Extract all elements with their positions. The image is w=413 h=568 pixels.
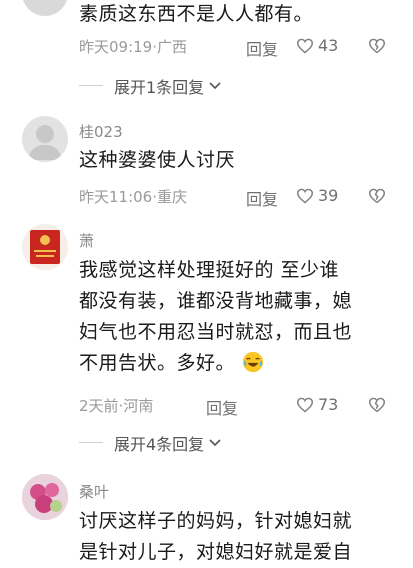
like-button[interactable]: 39: [296, 186, 338, 205]
like-button[interactable]: 73: [296, 395, 338, 414]
comment-location: 河南: [123, 397, 154, 415]
comment-meta: 昨天11:06 · 重庆: [79, 187, 188, 207]
expand-replies-button[interactable]: 展开1条回复: [114, 74, 222, 98]
comment-text: 讨厌这样子的妈妈，针对媳妇就 是针对儿子，对媳妇好就是爱自: [79, 510, 353, 563]
comment-time: 昨天09:19: [79, 38, 153, 56]
username[interactable]: 桂023: [79, 121, 123, 142]
like-count: 43: [318, 36, 339, 55]
comment-time: 2天前: [79, 397, 119, 415]
broken-heart-icon: [368, 188, 386, 204]
dislike-button[interactable]: [368, 397, 386, 417]
chevron-down-icon: [209, 82, 221, 90]
like-count: 39: [318, 186, 339, 205]
avatar[interactable]: [22, 224, 68, 270]
heart-icon: [296, 188, 314, 204]
like-button[interactable]: 43: [296, 36, 338, 55]
default-avatar-icon: [28, 125, 62, 160]
comment-time: 昨天11:06: [79, 188, 153, 206]
chevron-down-icon: [209, 439, 221, 447]
comment-meta: 昨天09:19 · 广西: [79, 37, 188, 57]
avatar[interactable]: [22, 474, 68, 520]
reply-button[interactable]: 回复: [246, 36, 278, 60]
username[interactable]: 桑叶: [79, 481, 109, 502]
reply-button[interactable]: 回复: [206, 395, 238, 419]
dislike-button[interactable]: [368, 38, 386, 58]
reply-button[interactable]: 回复: [246, 186, 278, 210]
username[interactable]: 萧: [79, 230, 94, 251]
avatar[interactable]: [22, 0, 68, 16]
expand-divider: [79, 85, 103, 86]
heart-icon: [296, 397, 314, 413]
comment-location: 重庆: [157, 188, 188, 206]
red-envelope-avatar-icon: [22, 224, 68, 270]
heart-icon: [296, 38, 314, 54]
flower-avatar-icon: [22, 474, 68, 520]
expand-divider: [79, 442, 103, 443]
expand-replies-button[interactable]: 展开4条回复: [114, 431, 222, 455]
laugh-cry-emoji-icon: [242, 351, 263, 373]
comment-text: 这种婆婆使人讨厌: [79, 149, 236, 171]
comment-meta: 2天前 · 河南: [79, 396, 154, 416]
broken-heart-icon: [368, 397, 386, 413]
comment-text: 素质这东西不是人人都有。: [79, 3, 314, 25]
broken-heart-icon: [368, 38, 386, 54]
comment-text: 我感觉这样处理挺好的 至少谁 都没有装，谁都没背地藏事，媳 妇气也不用忍当时就怼…: [79, 259, 353, 374]
comment-location: 广西: [157, 38, 188, 56]
like-count: 73: [318, 395, 339, 414]
dislike-button[interactable]: [368, 188, 386, 208]
avatar[interactable]: [22, 116, 68, 162]
